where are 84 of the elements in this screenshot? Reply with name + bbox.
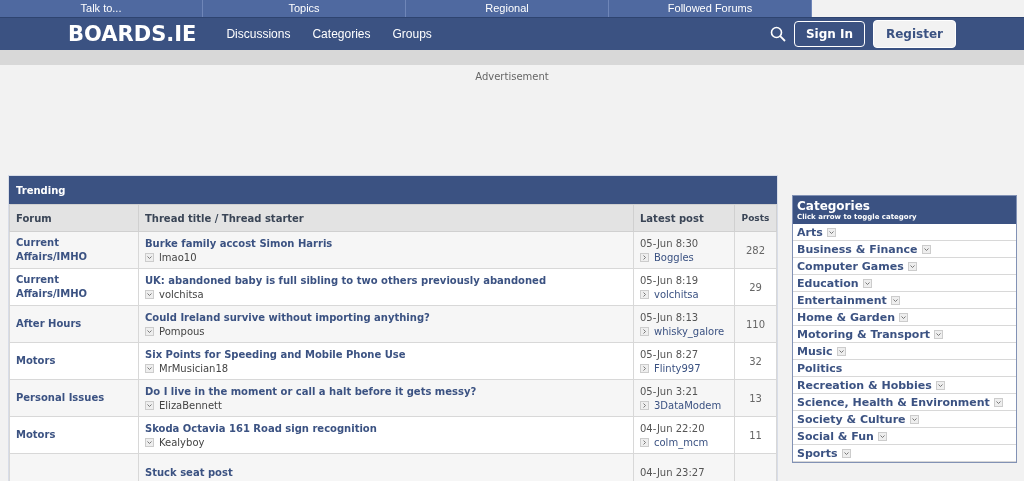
nav-link[interactable]: Categories [312, 27, 371, 41]
latest-poster-link[interactable]: Flinty997 [654, 362, 701, 374]
thread-title-link[interactable]: Six Points for Speeding and Mobile Phone Use [145, 348, 406, 360]
dropdown-icon[interactable] [145, 363, 154, 373]
latest-post-time: 05-Jun 8:13 [640, 311, 700, 323]
advertisement-label: Advertisement [475, 71, 549, 82]
column-header: Thread title / Thread starter [138, 204, 634, 232]
latest-poster-link[interactable]: colm_mcm [654, 436, 709, 448]
latest-post-time: 05-Jun 8:30 [640, 237, 700, 249]
toggle-arrow-icon[interactable] [841, 448, 851, 458]
go-to-post-icon[interactable] [640, 252, 649, 262]
thread-starter-link[interactable]: volchitsa [159, 288, 204, 300]
post-count: 282 [745, 244, 766, 256]
category-link[interactable]: Education [797, 276, 859, 290]
toggle-arrow-icon[interactable] [877, 431, 887, 441]
category-link[interactable]: Sports [797, 446, 838, 460]
thread-title-link[interactable]: Skoda Octavia 161 Road sign recognition [145, 422, 377, 434]
site-logo[interactable]: BOARDS.IE [68, 22, 197, 46]
toggle-arrow-icon[interactable] [826, 227, 836, 237]
toggle-arrow-icon[interactable] [909, 414, 919, 424]
post-count: 29 [749, 281, 762, 293]
category-link[interactable]: Politics [797, 361, 843, 375]
toggle-arrow-icon[interactable] [934, 329, 944, 339]
latest-poster-link[interactable]: 3DataModem [654, 399, 722, 411]
go-to-post-icon[interactable] [640, 289, 649, 299]
categories-title: Categories [797, 199, 870, 213]
latest-poster-link[interactable]: volchitsa [654, 288, 699, 300]
category-link[interactable]: Music [797, 344, 833, 358]
toggle-arrow-icon[interactable] [993, 397, 1003, 407]
nav-link[interactable]: Groups [392, 27, 432, 41]
thread-starter-link[interactable]: MrMusician18 [159, 362, 229, 374]
post-count: 13 [749, 392, 762, 404]
toggle-arrow-icon[interactable] [862, 278, 872, 288]
post-count: 32 [749, 355, 762, 367]
category-link[interactable]: Motoring & Transport [797, 327, 931, 341]
toggle-arrow-icon[interactable] [890, 295, 900, 305]
category-link[interactable]: Home & Garden [797, 310, 895, 324]
toggle-arrow-icon[interactable] [899, 312, 908, 322]
toggle-arrow-icon[interactable] [935, 380, 945, 390]
category-link[interactable]: Social & Fun [797, 429, 874, 443]
go-to-post-icon[interactable] [640, 437, 649, 447]
dropdown-icon[interactable] [145, 326, 154, 336]
toggle-arrow-icon[interactable] [907, 261, 917, 271]
thread-title-link[interactable]: UK: abandoned baby is full sibling to two others previously abandoned [145, 274, 547, 286]
dropdown-icon[interactable] [145, 437, 154, 447]
column-header: Posts [734, 204, 777, 232]
latest-post-time: 04-Jun 23:27 [640, 466, 706, 478]
column-header: Latest post [633, 204, 735, 232]
toggle-arrow-icon[interactable] [836, 346, 846, 356]
sign-in-button[interactable]: Sign In [793, 21, 865, 47]
dropdown-icon[interactable] [145, 252, 154, 262]
thread-title-link[interactable]: Stuck seat post [145, 466, 233, 478]
category-link[interactable]: Entertainment [797, 293, 887, 307]
latest-post-time: 05-Jun 8:27 [640, 348, 700, 360]
thread-title-link[interactable]: Do I live in the moment or call a halt before it gets messy? [145, 385, 477, 397]
category-link[interactable]: Business & Finance [797, 242, 918, 256]
go-to-post-icon[interactable] [640, 363, 649, 373]
thread-starter-link[interactable]: ElizaBennett [159, 399, 222, 411]
toggle-arrow-icon[interactable] [921, 244, 931, 254]
go-to-post-icon[interactable] [640, 400, 649, 410]
post-count: 11 [749, 429, 762, 441]
thread-title-link[interactable]: Burke family accost Simon Harris [145, 237, 333, 249]
thread-title-link[interactable]: Could Ireland survive without importing anything? [145, 311, 430, 323]
category-link[interactable]: Recreation & Hobbies [797, 378, 932, 392]
latest-poster-link[interactable]: whisky_galore [654, 325, 725, 337]
nav-link[interactable]: Discussions [226, 27, 291, 41]
trending-title: Trending [16, 184, 66, 196]
category-link[interactable]: Computer Games [797, 259, 904, 273]
post-count: 110 [745, 318, 766, 330]
column-header: Forum [9, 204, 139, 232]
latest-poster-link[interactable]: Boggles [654, 251, 694, 263]
search-icon[interactable] [769, 26, 786, 42]
latest-post-time: 04-Jun 22:20 [640, 422, 706, 434]
latest-post-time: 05-Jun 8:19 [640, 274, 700, 286]
thread-starter-link[interactable]: Kealyboy [159, 436, 205, 448]
go-to-post-icon[interactable] [640, 326, 649, 336]
thread-starter-link[interactable]: Pompous [159, 325, 205, 337]
latest-post-time: 05-Jun 3:21 [640, 385, 700, 397]
category-link[interactable]: Arts [797, 225, 823, 239]
category-link[interactable]: Society & Culture [797, 412, 906, 426]
dropdown-icon[interactable] [145, 400, 154, 410]
dropdown-icon[interactable] [145, 289, 154, 299]
register-button[interactable]: Register [872, 20, 956, 48]
thread-starter-link[interactable]: lmao10 [159, 251, 197, 263]
